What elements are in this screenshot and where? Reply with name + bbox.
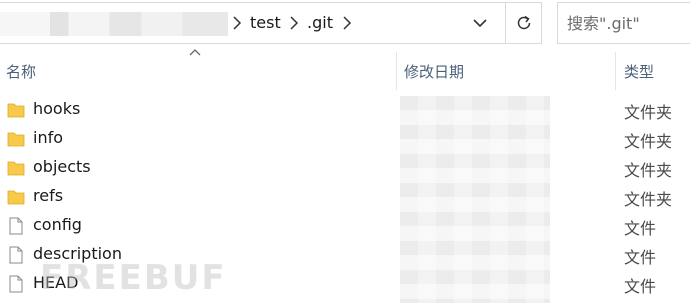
- refresh-button[interactable]: [505, 3, 542, 43]
- file-name: hooks: [33, 99, 81, 118]
- column-header-label: 类型: [624, 63, 655, 81]
- column-header-date[interactable]: 修改日期: [397, 52, 615, 92]
- blurred-path: [0, 12, 228, 36]
- folder-icon: [7, 103, 25, 118]
- search-box[interactable]: [557, 2, 690, 44]
- file-icon: [9, 246, 23, 264]
- list-item[interactable]: objects 文件夹: [0, 154, 690, 183]
- file-name: objects: [33, 157, 91, 176]
- list-item[interactable]: config 文件: [0, 212, 690, 241]
- file-icon: [9, 275, 23, 293]
- file-icon: [9, 217, 23, 235]
- search-input[interactable]: [558, 3, 690, 43]
- file-type: 文件夹: [624, 132, 673, 151]
- refresh-icon: [517, 15, 531, 30]
- address-bar[interactable]: test .git: [0, 2, 542, 44]
- column-header-type[interactable]: 类型: [616, 52, 690, 92]
- watermark: FREEBUF: [40, 258, 227, 298]
- folder-icon: [7, 190, 25, 205]
- chevron-right-icon[interactable]: [289, 16, 299, 30]
- folder-icon: [7, 132, 25, 147]
- list-item[interactable]: info 文件夹: [0, 125, 690, 154]
- file-type: 文件: [624, 248, 657, 267]
- list-item[interactable]: hooks 文件夹: [0, 96, 690, 125]
- file-name: refs: [33, 186, 64, 205]
- breadcrumb-test[interactable]: test: [250, 3, 281, 43]
- chevron-right-icon[interactable]: [232, 16, 242, 30]
- file-type: 文件: [624, 219, 657, 238]
- file-name: info: [33, 128, 64, 147]
- file-type: 文件: [624, 277, 657, 296]
- folder-icon: [7, 161, 25, 176]
- file-type: 文件夹: [624, 161, 673, 180]
- column-header-label: 修改日期: [404, 63, 465, 81]
- list-item[interactable]: refs 文件夹: [0, 183, 690, 212]
- file-type: 文件夹: [624, 190, 673, 209]
- breadcrumb-git[interactable]: .git: [307, 3, 333, 43]
- file-type: 文件夹: [624, 103, 673, 122]
- column-header-label: 名称: [6, 63, 37, 81]
- column-header-name[interactable]: 名称: [0, 52, 396, 92]
- chevron-right-icon[interactable]: [342, 16, 352, 30]
- chevron-down-icon[interactable]: [470, 16, 490, 30]
- file-name: config: [33, 215, 82, 234]
